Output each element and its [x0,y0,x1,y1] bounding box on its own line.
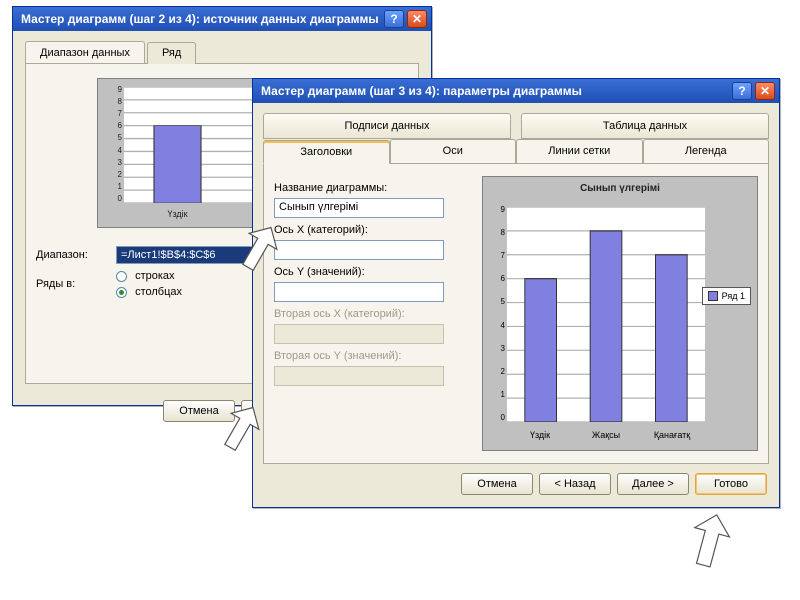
y2-axis-input [274,366,444,386]
radio-icon [116,271,127,282]
sub-tab-row: Заголовки Оси Линии сетки Легенда [263,139,769,164]
rows-in-label: Ряды в: [36,278,116,290]
x-axis-input[interactable] [274,240,444,260]
plot-area [507,207,705,422]
tab-gridlines[interactable]: Линии сетки [516,139,643,163]
tab-data-range[interactable]: Диапазон данных [25,41,145,63]
close-button[interactable]: ✕ [755,82,775,100]
window-title: Мастер диаграмм (шаг 2 из 4): источник д… [21,12,381,26]
help-button[interactable]: ? [732,82,752,100]
close-button[interactable]: ✕ [407,10,427,28]
done-button[interactable]: Готово [695,473,767,495]
radio-columns[interactable]: столбцах [116,286,182,298]
titlebar[interactable]: Мастер диаграмм (шаг 3 из 4): параметры … [253,79,779,103]
x2-axis-input [274,324,444,344]
preview-title: Сынып үлгерімі [483,183,757,194]
titlebar[interactable]: Мастер диаграмм (шаг 2 из 4): источник д… [13,7,431,31]
x-axis-labels: Үздік Жақсы Қанағатқ [507,430,705,440]
chart-preview: Сынып үлгерімі 01234 56789 [482,176,758,451]
tab-titles[interactable]: Заголовки [263,140,390,164]
tab-strip: Диапазон данных Ряд [25,41,419,64]
cancel-button[interactable]: Отмена [163,400,235,422]
button-row: Отмена < Назад Далее > Готово [461,473,767,495]
tab-axes[interactable]: Оси [390,139,517,163]
y2-axis-label: Вторая ось Y (значений): [274,350,474,362]
titles-panel: Название диаграммы: Сынып үлгерімі Ось X… [263,164,769,464]
chart-title-label: Название диаграммы: [274,182,474,194]
tab-legend[interactable]: Легенда [643,139,770,163]
range-label: Диапазон: [36,249,116,261]
y-axis-labels: 01234 56789 [104,85,122,203]
legend-label: Ряд 1 [722,291,745,301]
window-title: Мастер диаграмм (шаг 3 из 4): параметры … [261,84,729,98]
legend: Ряд 1 [702,287,751,305]
chart-title-input[interactable]: Сынып үлгерімі [274,198,444,218]
next-button[interactable]: Далее > [617,473,689,495]
radio-icon [116,287,127,298]
inputs-column: Название диаграммы: Сынып үлгерімі Ось X… [274,176,474,451]
y-axis-labels: 01234 56789 [491,205,505,422]
pointer-arrow-icon [660,510,740,583]
tab-series[interactable]: Ряд [147,42,196,64]
y-axis-label: Ось Y (значений): [274,266,474,278]
chart-wizard-step3: Мастер диаграмм (шаг 3 из 4): параметры … [252,78,780,508]
y-axis-input[interactable] [274,282,444,302]
tab-data-labels[interactable]: Подписи данных [263,113,511,139]
help-button[interactable]: ? [384,10,404,28]
x-axis-label: Ось X (категорий): [274,224,474,236]
back-button[interactable]: < Назад [539,473,611,495]
x2-axis-label: Вторая ось X (категорий): [274,308,474,320]
legend-swatch [708,291,718,301]
radio-rows[interactable]: строках [116,270,182,282]
cancel-button[interactable]: Отмена [461,473,533,495]
tab-data-table[interactable]: Таблица данных [521,113,769,139]
top-tab-row: Подписи данных Таблица данных [263,113,769,139]
